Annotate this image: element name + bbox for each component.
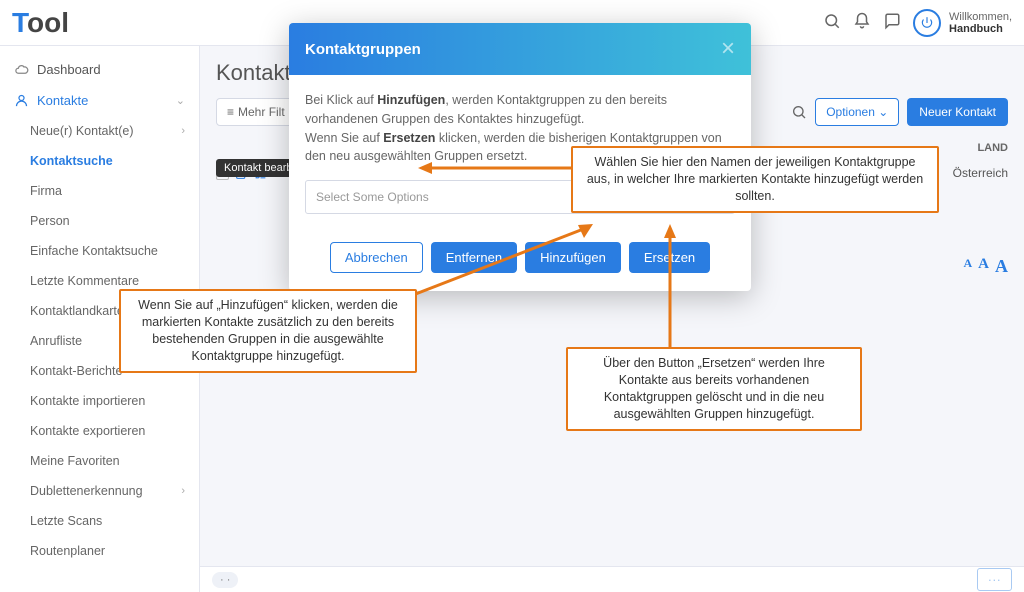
arrow-to-replace (660, 224, 680, 352)
annotation-select: Wählen Sie hier den Namen der jeweiligen… (571, 146, 939, 213)
annotation-replace: Über den Button „Ersetzen“ werden Ihre K… (566, 347, 862, 431)
modal-help-1: Bei Klick auf Hinzufügen, werden Kontakt… (305, 91, 735, 129)
arrow-to-select (418, 160, 578, 180)
modal-title: Kontaktgruppen (305, 41, 421, 58)
annotation-add: Wenn Sie auf „Hinzufügen“ klicken, werde… (119, 289, 417, 373)
close-icon[interactable]: × (721, 37, 735, 61)
arrow-to-add (408, 220, 598, 300)
